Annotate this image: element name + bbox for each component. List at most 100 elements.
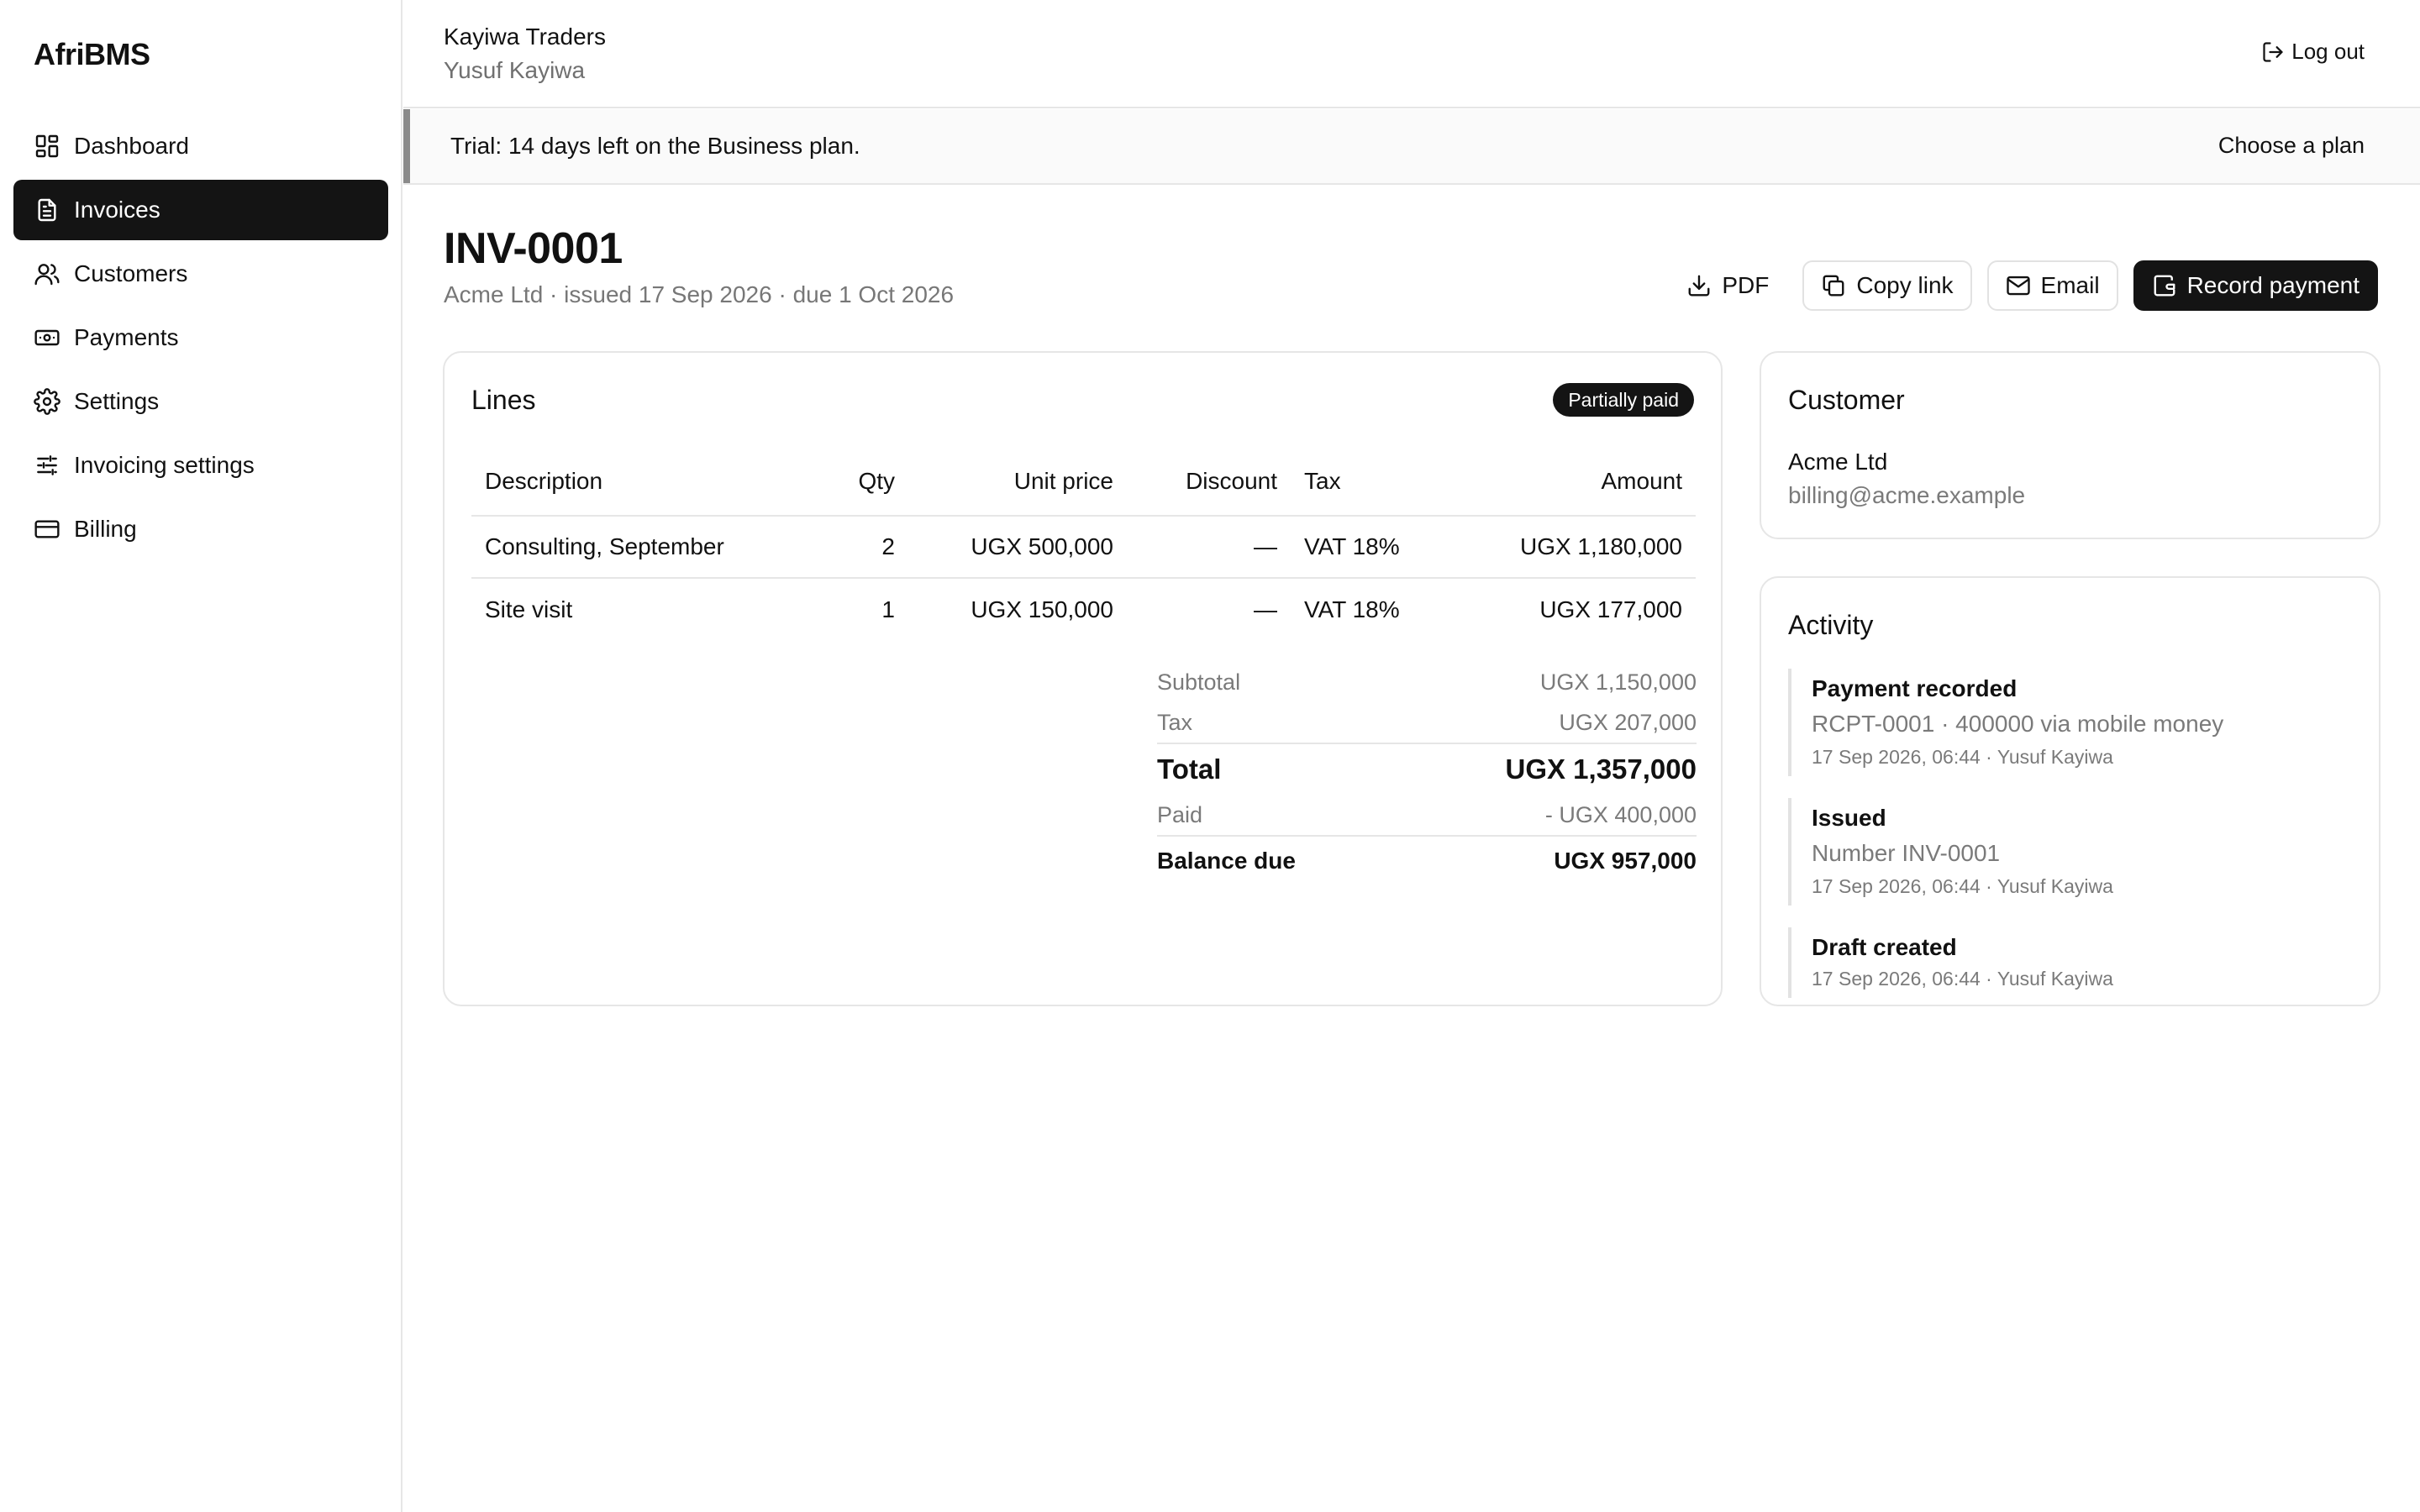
sidebar-item-dashboard[interactable]: Dashboard (13, 116, 388, 176)
logout-button[interactable]: Log out (2261, 39, 2365, 65)
activity-event-title: Issued (1812, 805, 1886, 831)
sliders-icon (37, 455, 57, 475)
download-pdf-button[interactable]: PDF (1668, 260, 1788, 311)
invoice-actions: PDF Copy link Email Record payment (1653, 260, 2378, 311)
logout-icon (2263, 41, 2283, 62)
banknote-icon (34, 329, 60, 346)
trial-banner: Trial: 14 days left on the Business plan… (403, 109, 2420, 185)
sidebar-item-payments[interactable]: Payments (13, 307, 388, 368)
table-header-row: Description Qty Unit price Discount Tax … (471, 447, 1696, 517)
banner-accent (403, 109, 410, 183)
activity-event-detail: Number INV-0001 (1812, 840, 2001, 866)
users-icon (34, 264, 60, 286)
invoice-meta: Acme Ltd · issued 17 Sep 2026 · due 1 Oc… (444, 281, 955, 307)
column-header-unit-price: Unit price (908, 447, 1127, 517)
mail-icon (2006, 276, 2030, 296)
line-unit-price: UGX 150,000 (971, 596, 1113, 622)
subtotal-row: Subtotal UGX 1,150,000 (1157, 662, 1697, 702)
subtotal-label: Subtotal (1157, 669, 1241, 695)
choose-plan-link[interactable]: Choose a plan (2218, 133, 2365, 159)
line-amount: UGX 1,180,000 (1434, 516, 1696, 579)
line-qty: 1 (881, 596, 895, 622)
column-header-description: Description (471, 447, 808, 517)
balance-value: UGX 957,000 (1554, 848, 1697, 874)
lines-title: Lines (471, 385, 536, 415)
download-icon (1688, 275, 1710, 297)
sidebar-item-label: Payments (74, 324, 179, 350)
tax-row: Tax UGX 207,000 (1157, 702, 1697, 743)
copy-icon (1823, 275, 1844, 297)
line-description: Consulting, September (471, 516, 808, 579)
table-row: Site visit 1 UGX 150,000 — VAT 18% UGX 1… (471, 578, 1696, 640)
sidebar-item-invoicing-settings[interactable]: Invoicing settings (13, 435, 388, 496)
column-header-amount: Amount (1434, 447, 1696, 517)
line-description: Site visit (485, 596, 573, 622)
sidebar-item-label: Settings (74, 388, 160, 414)
sidebar-item-label: Dashboard (74, 133, 189, 159)
record-payment-label: Record payment (2186, 272, 2360, 298)
paid-row: Paid - UGX 400,000 (1157, 795, 1697, 835)
copy-link-label: Copy link (1856, 272, 1954, 298)
trial-message: Trial: 14 days left on the Business plan… (450, 133, 860, 159)
logout-label: Log out (2291, 39, 2365, 64)
record-payment-button[interactable]: Record payment (2133, 260, 2378, 311)
paid-value: - UGX 400,000 (1544, 801, 1697, 827)
total-row: Total UGX 1,357,000 (1157, 743, 1697, 795)
total-value: UGX 1,357,000 (1505, 753, 1697, 785)
brand-logo[interactable]: AfriBMS (34, 37, 150, 72)
organization-name: Kayiwa Traders (444, 24, 606, 50)
activity-title: Activity (1788, 610, 1874, 640)
line-qty: 2 (808, 516, 908, 579)
customer-card: Customer Acme Ltd billing@acme.example (1760, 351, 2381, 539)
download-pdf-label: PDF (1722, 272, 1770, 298)
customer-title: Customer (1788, 385, 1905, 415)
credit-card-icon (34, 520, 60, 538)
copy-link-button[interactable]: Copy link (1802, 260, 1972, 311)
sidebar-item-customers[interactable]: Customers (13, 244, 388, 304)
invoice-totals: Subtotal UGX 1,150,000 Tax UGX 207,000 T… (1157, 662, 1697, 885)
total-label: Total (1157, 753, 1222, 785)
list-item: Draft created 17 Sep 2026, 06:44 · Yusuf… (1788, 927, 2351, 998)
table-row: Consulting, September 2 UGX 500,000 — VA… (471, 516, 1696, 579)
lines-card: Lines Partially paid Description Qty Uni… (443, 351, 1723, 1006)
sidebar: AfriBMS Dashboard Invoices Customers Pay… (0, 0, 402, 1512)
activity-event-meta: 17 Sep 2026, 06:44 · Yusuf Kayiwa (1812, 968, 2113, 990)
line-discount: — (1127, 516, 1291, 579)
sidebar-item-label: Customers (74, 260, 188, 286)
document-icon (38, 198, 56, 222)
activity-card: Activity Payment recorded RCPT-0001 · 40… (1760, 576, 2381, 1006)
line-tax: VAT 18% (1304, 596, 1400, 622)
paid-label: Paid (1157, 801, 1203, 827)
subtotal-value: UGX 1,150,000 (1539, 669, 1697, 695)
status-badge: Partially paid (1553, 383, 1694, 417)
tax-label: Tax (1157, 709, 1193, 735)
email-button[interactable]: Email (1986, 260, 2118, 311)
sidebar-item-label: Invoices (74, 197, 160, 223)
wallet-icon (2154, 275, 2175, 297)
sidebar-item-invoices[interactable]: Invoices (13, 180, 388, 240)
column-header-tax: Tax (1291, 447, 1434, 517)
activity-event-title: Payment recorded (1812, 675, 2018, 701)
list-item: Issued Number INV-0001 17 Sep 2026, 06:4… (1788, 798, 2351, 906)
email-label: Email (2040, 272, 2100, 298)
sidebar-item-settings[interactable]: Settings (13, 371, 388, 432)
user-name: Yusuf Kayiwa (444, 57, 586, 83)
balance-row: Balance due UGX 957,000 (1157, 835, 1697, 885)
line-discount: — (1254, 596, 1277, 622)
line-amount: UGX 177,000 (1539, 596, 1682, 622)
list-item: Payment recorded RCPT-0001 · 400000 via … (1788, 669, 2351, 776)
top-header: Kayiwa Traders Yusuf Kayiwa Log out (403, 0, 2420, 108)
sidebar-item-billing[interactable]: Billing (13, 499, 388, 559)
activity-event-title: Draft created (1812, 934, 1957, 960)
activity-list: Payment recorded RCPT-0001 · 400000 via … (1788, 669, 2351, 1020)
sidebar-item-label: Invoicing settings (74, 452, 255, 478)
column-header-discount: Discount (1127, 447, 1291, 517)
page-title: INV-0001 (444, 224, 623, 273)
sidebar-nav: Dashboard Invoices Customers Payments Se… (13, 116, 388, 563)
activity-event-detail: RCPT-0001 · 400000 via mobile money (1812, 711, 2224, 737)
tax-value: UGX 207,000 (1559, 709, 1697, 735)
gear-icon (34, 388, 60, 415)
customer-email: billing@acme.example (1788, 482, 2026, 508)
customer-name: Acme Ltd (1788, 449, 1888, 475)
sidebar-item-label: Billing (74, 516, 137, 542)
